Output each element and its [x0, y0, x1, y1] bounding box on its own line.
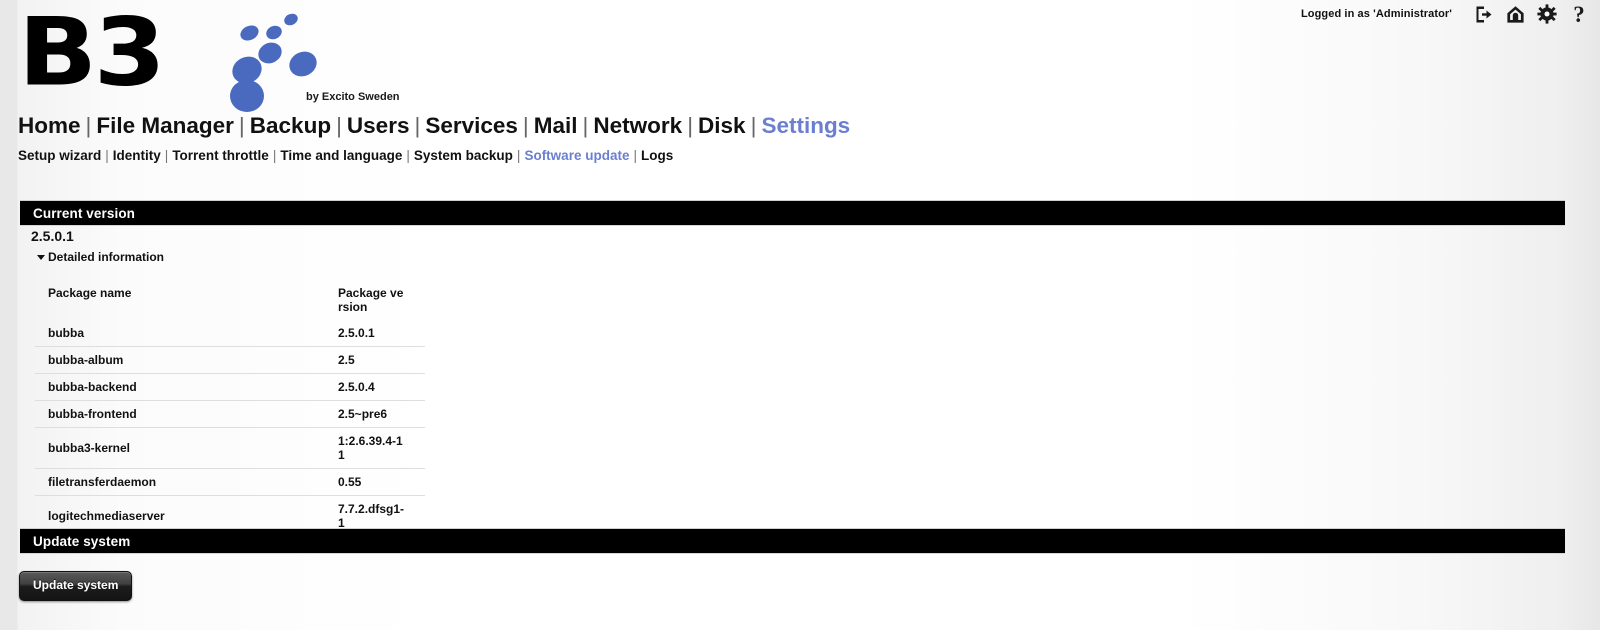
cell-package-name: bubba: [48, 326, 84, 340]
login-status-text: Logged in as 'Administrator': [1300, 8, 1452, 20]
table-row: bubba-backend 2.5.0.4: [35, 373, 425, 401]
logout-icon[interactable]: [1470, 1, 1496, 27]
table-header-row: Package name Package version: [35, 281, 425, 320]
nav-separator: |: [336, 113, 342, 138]
subnav-item-identity[interactable]: Identity: [113, 148, 161, 163]
cell-package-name: bubba-album: [35, 346, 330, 374]
nav-separator: |: [750, 113, 757, 138]
logo-wordmark: B3: [18, 0, 166, 107]
package-version-table: Package name Package version bubba 2.5.0…: [35, 281, 425, 536]
nav-item-home[interactable]: Home: [18, 113, 81, 138]
gear-icon[interactable]: [1534, 1, 1560, 27]
nav-separator: |: [687, 113, 694, 138]
nav-separator: |: [238, 113, 245, 138]
cell-package-version: 2.5: [330, 346, 425, 374]
section-header-update-system: Update system: [20, 528, 1565, 554]
nav-separator: |: [522, 113, 529, 138]
nav-separator: |: [414, 113, 421, 138]
home-icon[interactable]: [1502, 1, 1528, 27]
chevron-down-icon: [37, 255, 45, 260]
subnav-separator: |: [516, 148, 521, 163]
column-header-package-version: Package version: [338, 286, 404, 314]
help-icon[interactable]: ?: [1566, 1, 1592, 27]
detailed-information-toggle[interactable]: Detailed information: [37, 250, 164, 264]
subnav-separator: |: [633, 148, 637, 163]
subnav-item-system-backup[interactable]: System backup: [414, 148, 513, 163]
section-title-update-system: Update system: [33, 533, 131, 549]
subnav-separator: |: [164, 148, 169, 163]
nav-item-mail[interactable]: Mail: [534, 113, 578, 138]
update-system-button[interactable]: Update system: [19, 571, 133, 601]
cell-package-version: 2.5.0.4: [330, 373, 425, 401]
cell-package-version: 0.55: [330, 468, 425, 496]
nav-separator: |: [85, 113, 92, 138]
subnav-item-setup-wizard[interactable]: Setup wizard: [18, 148, 101, 163]
detailed-information-label: Detailed information: [48, 250, 165, 264]
cell-package-name: bubba-backend: [35, 373, 330, 401]
table-row: bubba-album 2.5: [35, 346, 425, 374]
subnav-item-software-update[interactable]: Software update: [524, 148, 629, 163]
subnav-separator: |: [105, 148, 109, 163]
help-icon-glyph: ?: [1573, 1, 1585, 27]
nav-separator: |: [582, 113, 589, 138]
cell-package-name: bubba-frontend: [35, 400, 330, 428]
cell-package-version: 2.5~pre6: [330, 400, 425, 428]
nav-item-backup[interactable]: Backup: [250, 113, 331, 138]
table-row: filetransferdaemon 0.55: [35, 468, 425, 496]
section-header-current-version: Current version: [20, 200, 1565, 226]
subnav-item-time-and-language[interactable]: Time and language: [280, 148, 402, 163]
brand-logo: B3 by Excito Sweden: [18, 0, 438, 112]
nav-item-services[interactable]: Services: [425, 113, 518, 138]
nav-item-network[interactable]: Network: [593, 113, 682, 138]
cell-package-version: 1:2.6.39.4-11: [330, 427, 425, 469]
cell-package-name: filetransferdaemon: [35, 468, 330, 496]
column-header-package-name: Package name: [48, 286, 132, 300]
main-navigation: Home | File Manager | Backup | Users | Services |…: [18, 112, 850, 140]
subnav-item-torrent-throttle[interactable]: Torrent throttle: [172, 148, 269, 163]
cell-package-version: 2.5.0.1: [338, 326, 375, 340]
page-root: Logged in as 'Administrator' ? B3 by Exc…: [0, 0, 1600, 630]
current-version-value: 2.5.0.1: [31, 228, 74, 244]
subnav-separator: |: [272, 148, 277, 163]
subnav-separator: |: [406, 148, 410, 163]
nav-item-file-manager[interactable]: File Manager: [96, 113, 234, 138]
logo-byline: by Excito Sweden: [306, 91, 400, 103]
sub-navigation: Setup wizard | Identity | Torrent throttle | T…: [18, 146, 673, 166]
nav-item-users[interactable]: Users: [347, 113, 410, 138]
table-row: bubba-frontend 2.5~pre6: [35, 400, 425, 428]
table-row: bubba3-kernel 1:2.6.39.4-11: [35, 427, 425, 469]
nav-item-settings[interactable]: Settings: [761, 113, 850, 138]
subnav-item-logs[interactable]: Logs: [641, 148, 673, 163]
nav-item-disk[interactable]: Disk: [698, 113, 746, 138]
cell-package-name: bubba3-kernel: [35, 427, 330, 469]
section-title-current-version: Current version: [33, 205, 136, 221]
table-row: bubba 2.5.0.1: [35, 320, 425, 347]
